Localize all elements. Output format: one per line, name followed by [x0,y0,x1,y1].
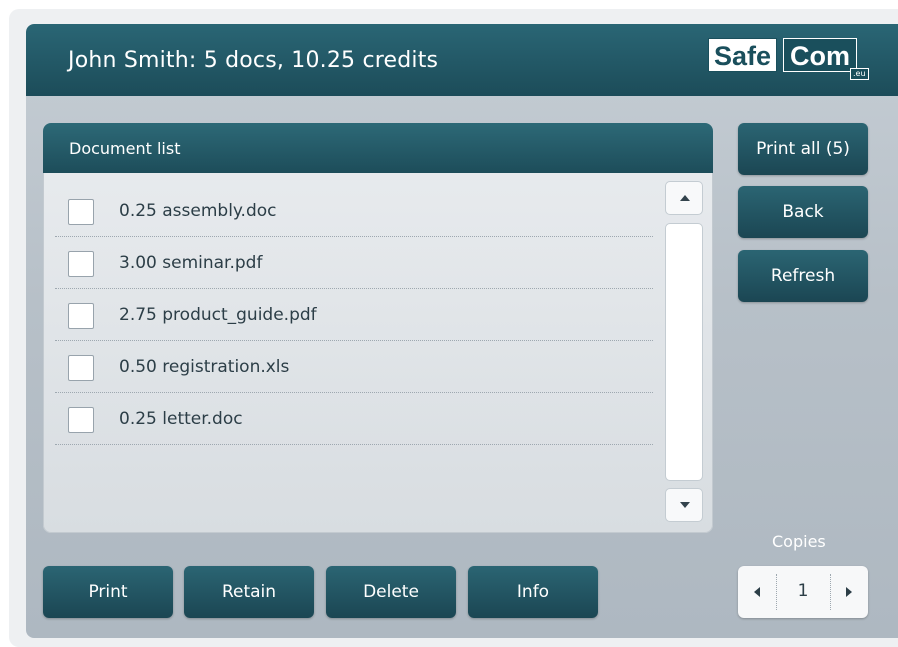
list-item[interactable]: 0.25 assembly.doc [55,185,653,237]
logo-part-com: Com [783,38,857,72]
copies-decrement-button[interactable] [738,566,776,618]
back-button[interactable]: Back [738,186,868,238]
document-list: Document list 0.25 assembly.doc 3.00 sem… [43,123,713,533]
document-list-header: Document list [43,123,713,173]
list-item[interactable]: 2.75 product_guide.pdf [55,289,653,341]
document-label: 0.25 letter.doc [119,409,243,429]
copies-label: Copies [772,532,826,551]
document-label: 3.00 seminar.pdf [119,253,263,273]
document-label: 0.25 assembly.doc [119,201,277,221]
document-label: 2.75 product_guide.pdf [119,305,317,325]
scroll-down-button[interactable] [665,488,703,522]
copies-value: 1 [797,581,809,601]
info-button[interactable]: Info [468,566,598,618]
document-checkbox[interactable] [68,407,94,433]
logo-suffix: .eu [850,68,869,80]
list-item[interactable]: 0.25 letter.doc [55,393,653,445]
document-checkbox[interactable] [68,251,94,277]
refresh-button[interactable]: Refresh [738,250,868,302]
document-list-title: Document list [69,139,181,158]
print-all-button[interactable]: Print all (5) [738,123,868,175]
scrollbar[interactable] [665,181,703,522]
copies-stepper: 1 [738,566,868,618]
delete-button[interactable]: Delete [326,566,456,618]
header-bar: John Smith: 5 docs, 10.25 credits Safe C… [26,24,898,96]
logo-part-safe: Safe [708,38,778,72]
triangle-down-icon [680,502,690,508]
list-item[interactable]: 3.00 seminar.pdf [55,237,653,289]
list-item[interactable]: 0.50 registration.xls [55,341,653,393]
document-checkbox[interactable] [68,199,94,225]
print-button[interactable]: Print [43,566,173,618]
safecom-logo: Safe Com .eu [708,38,869,80]
triangle-right-icon [846,587,852,597]
scroll-track[interactable] [665,223,703,481]
document-checkbox[interactable] [68,355,94,381]
copies-increment-button[interactable] [830,566,868,618]
scroll-up-button[interactable] [665,181,703,215]
triangle-left-icon [754,587,760,597]
main-panel: John Smith: 5 docs, 10.25 credits Safe C… [26,24,898,638]
triangle-up-icon [680,195,690,201]
retain-button[interactable]: Retain [184,566,314,618]
document-checkbox[interactable] [68,303,94,329]
document-label: 0.50 registration.xls [119,357,290,377]
page-title: John Smith: 5 docs, 10.25 credits [68,48,439,73]
